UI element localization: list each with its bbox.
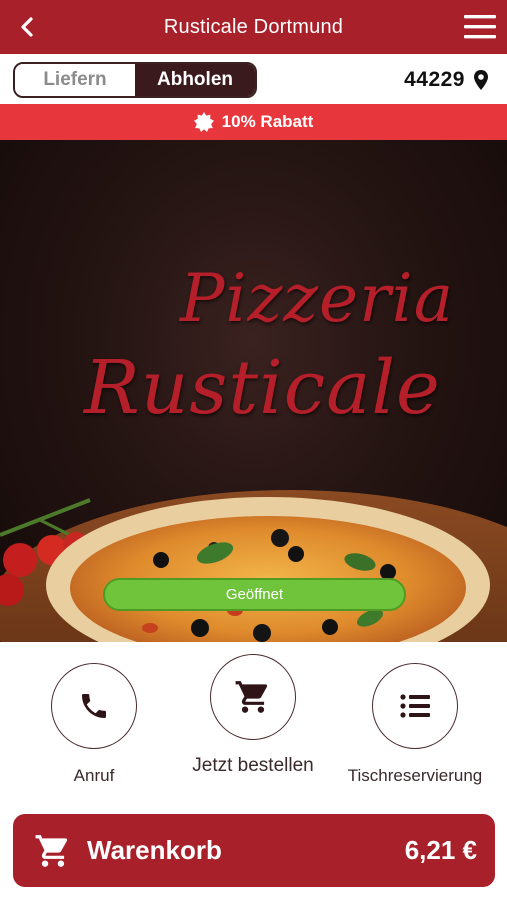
- call-button[interactable]: [51, 663, 137, 749]
- order-mode-bar: Liefern Abholen 44229: [0, 54, 507, 104]
- call-action[interactable]: Anruf: [51, 663, 137, 786]
- order-now-button[interactable]: [210, 654, 296, 740]
- quick-actions: Anruf Jetzt bestellen Tischreservierung: [0, 642, 507, 812]
- call-label: Anruf: [73, 766, 115, 785]
- cart-total: 6,21 €: [404, 835, 477, 865]
- phone-icon: [82, 694, 106, 718]
- discount-text: 10% Rabatt: [221, 112, 314, 131]
- reservation-button[interactable]: [372, 663, 458, 749]
- order-action[interactable]: Jetzt bestellen: [192, 654, 314, 777]
- order-label: Jetzt bestellen: [192, 755, 314, 776]
- restaurant-logo-line1: Pizzeria: [180, 260, 455, 337]
- chevron-left-icon[interactable]: [14, 13, 42, 41]
- badge-icon: [193, 112, 214, 132]
- cart-button[interactable]: Warenkorb 6,21 €: [13, 814, 495, 887]
- page-title: Rusticale Dortmund: [163, 15, 344, 38]
- discount-banner: 10% Rabatt: [0, 104, 507, 140]
- shopping-cart-icon: [35, 834, 68, 867]
- postal-code-selector[interactable]: 44229: [404, 68, 489, 92]
- restaurant-hero-image: Pizzeria Rusticale Geöffnet: [0, 140, 507, 642]
- app-header: Rusticale Dortmund: [0, 0, 507, 54]
- restaurant-logo-line2: Rusticale: [84, 345, 441, 431]
- tab-abholen[interactable]: Abholen: [135, 64, 255, 96]
- tab-liefern[interactable]: Liefern: [15, 64, 135, 96]
- order-mode-toggle: Liefern Abholen: [13, 62, 257, 98]
- reservation-action[interactable]: Tischreservierung: [348, 663, 482, 786]
- shopping-cart-icon: [235, 681, 268, 713]
- hamburger-menu-icon[interactable]: [463, 12, 497, 42]
- map-pin-icon: [474, 70, 488, 90]
- list-icon: [400, 694, 430, 718]
- postal-code: 44229: [404, 68, 465, 91]
- cart-label: Warenkorb: [87, 835, 222, 865]
- open-status-badge: Geöffnet: [103, 578, 406, 611]
- reservation-label: Tischreservierung: [347, 766, 483, 785]
